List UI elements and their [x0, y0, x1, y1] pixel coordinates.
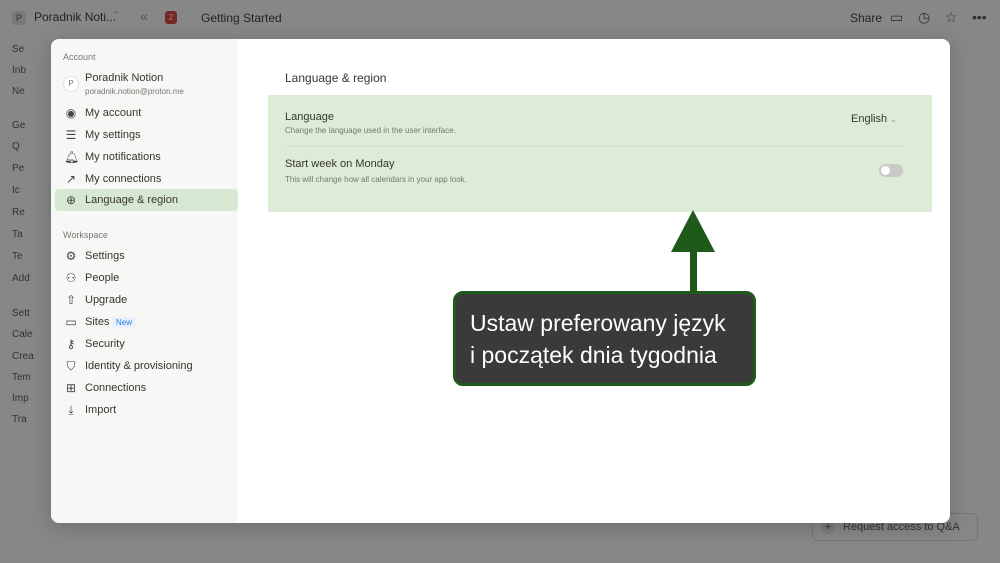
- callout-line-2: i początek dnia tygodnia: [470, 342, 717, 368]
- upgrade-icon: ⇧: [65, 293, 77, 307]
- week-start-title: Start week on Monday: [285, 158, 395, 170]
- nav-label: Connections: [85, 382, 147, 394]
- nav-upgrade[interactable]: ⇧ Upgrade: [55, 289, 238, 311]
- language-select[interactable]: English ⌄: [851, 113, 897, 125]
- nav-people[interactable]: ⚇ People: [55, 267, 238, 289]
- toggle-knob: [881, 166, 890, 175]
- nav-label: My settings: [85, 129, 141, 141]
- external-link-icon: ↗: [65, 172, 77, 186]
- globe-icon: ⊕: [65, 193, 77, 207]
- bell-icon: 🔔︎: [64, 150, 80, 164]
- arrow-shaft: [690, 250, 697, 292]
- nav-language-region[interactable]: ⊕ Language & region: [55, 189, 238, 211]
- nav-my-connections[interactable]: ↗ My connections: [55, 168, 238, 190]
- settings-modal: Account P Poradnik Notion poradnik.notio…: [51, 39, 950, 523]
- settings-sidebar: Account P Poradnik Notion poradnik.notio…: [51, 39, 238, 523]
- nav-label: Security: [85, 338, 125, 350]
- sites-icon: ▭: [65, 315, 77, 329]
- settings-highlight: [268, 95, 932, 212]
- nav-security[interactable]: ⚷ Security: [55, 333, 238, 355]
- nav-my-notifications[interactable]: 🔔︎ My notifications: [55, 146, 238, 168]
- profile-email: poradnik.notion@proton.me: [85, 87, 184, 96]
- arrow-up-icon: [671, 210, 715, 252]
- workspace-section-label: Workspace: [63, 230, 108, 240]
- week-start-toggle[interactable]: [879, 164, 903, 177]
- nav-import[interactable]: ⤓ Import: [55, 399, 238, 421]
- account-icon: ◉: [65, 106, 77, 120]
- gear-icon: ⚙: [65, 249, 77, 263]
- sliders-icon: ☰: [65, 128, 77, 142]
- nav-my-settings[interactable]: ☰ My settings: [55, 124, 238, 146]
- nav-connections[interactable]: ⊞ Connections: [55, 377, 238, 399]
- divider: [285, 146, 905, 147]
- chevron-down-icon: ⌄: [890, 115, 897, 124]
- profile: P Poradnik Notion poradnik.notion@proton…: [63, 72, 235, 100]
- account-section-label: Account: [63, 52, 96, 62]
- nav-label: Import: [85, 404, 117, 416]
- nav-my-account[interactable]: ◉ My account: [55, 102, 238, 124]
- nav-label: People: [85, 272, 120, 284]
- download-icon: ⤓: [68, 403, 74, 417]
- people-icon: ⚇: [65, 271, 77, 285]
- language-desc: Change the language used in the user int…: [285, 126, 456, 135]
- profile-name: Poradnik Notion: [85, 72, 164, 84]
- nav-label: Upgrade: [85, 294, 128, 306]
- avatar: P: [63, 76, 79, 92]
- nav-settings[interactable]: ⚙ Settings: [55, 245, 238, 267]
- grid-icon: ⊞: [65, 381, 77, 395]
- nav-sites[interactable]: ▭ Sites New: [55, 311, 238, 333]
- week-start-desc: This will change how all calendars in yo…: [285, 175, 467, 184]
- nav-label: Language & region: [85, 194, 178, 206]
- nav-label: My connections: [85, 173, 162, 185]
- nav-label: Settings: [85, 250, 125, 262]
- nav-label: Identity & provisioning: [85, 360, 193, 372]
- nav-label: My notifications: [85, 151, 161, 163]
- nav-label: My account: [85, 107, 142, 119]
- shield-icon: ⛉: [66, 359, 76, 373]
- language-value: English: [851, 113, 888, 125]
- language-title: Language: [285, 111, 334, 123]
- callout-box: Ustaw preferowany język i początek dnia …: [453, 291, 756, 386]
- callout-line-1: Ustaw preferowany język: [470, 310, 726, 336]
- new-badge: New: [112, 317, 137, 328]
- nav-label: Sites: [85, 316, 110, 328]
- nav-identity-provisioning[interactable]: ⛉ Identity & provisioning: [55, 355, 238, 377]
- key-icon: ⚷: [66, 337, 76, 351]
- page-title: Language & region: [285, 71, 387, 85]
